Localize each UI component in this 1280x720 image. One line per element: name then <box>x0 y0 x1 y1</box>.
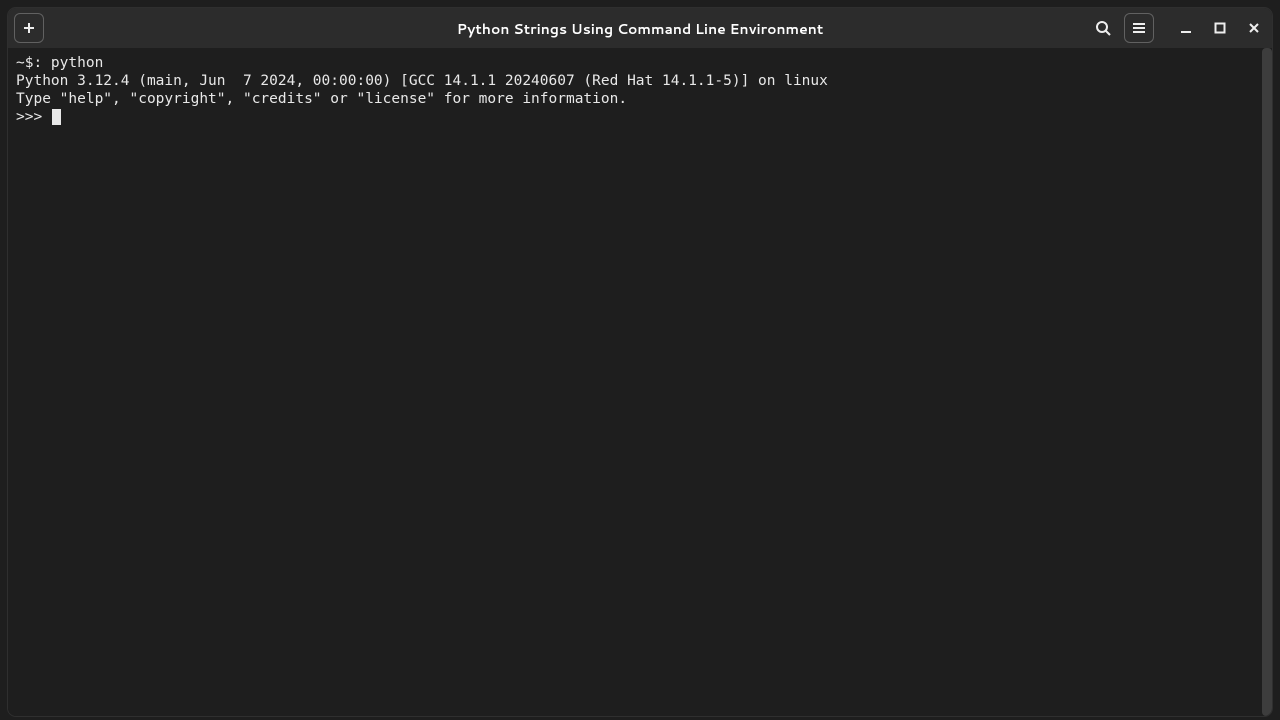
minimize-icon <box>1180 22 1192 34</box>
menu-button[interactable] <box>1124 13 1154 43</box>
terminal-line: Type "help", "copyright", "credits" or "… <box>16 90 1264 108</box>
titlebar-center: Python Strings Using Command Line Enviro… <box>8 17 1272 40</box>
cursor <box>52 109 61 125</box>
terminal-line: Python 3.12.4 (main, Jun 7 2024, 00:00:0… <box>16 72 1264 90</box>
python-prompt: >>> <box>16 109 51 125</box>
terminal-body[interactable]: ~$: python Python 3.12.4 (main, Jun 7 20… <box>8 48 1272 716</box>
search-button[interactable] <box>1088 13 1118 43</box>
titlebar: Python Strings Using Command Line Enviro… <box>8 8 1272 48</box>
maximize-icon <box>1214 22 1226 34</box>
terminal-line: ~$: python <box>16 54 1264 72</box>
titlebar-right <box>1088 13 1266 43</box>
scrollbar[interactable] <box>1262 48 1272 716</box>
search-icon <box>1095 20 1111 36</box>
terminal-prompt-line: >>> <box>16 108 1264 126</box>
new-tab-button[interactable] <box>14 13 44 43</box>
window-title: Python Strings Using Command Line Enviro… <box>457 19 823 39</box>
terminal-window: Python Strings Using Command Line Enviro… <box>8 8 1272 716</box>
hamburger-menu-icon <box>1131 20 1147 36</box>
new-tab-icon <box>21 20 37 36</box>
maximize-button[interactable] <box>1208 16 1232 40</box>
window-controls <box>1174 16 1266 40</box>
minimize-button[interactable] <box>1174 16 1198 40</box>
titlebar-left <box>14 13 44 43</box>
close-button[interactable] <box>1242 16 1266 40</box>
close-icon <box>1248 22 1260 34</box>
